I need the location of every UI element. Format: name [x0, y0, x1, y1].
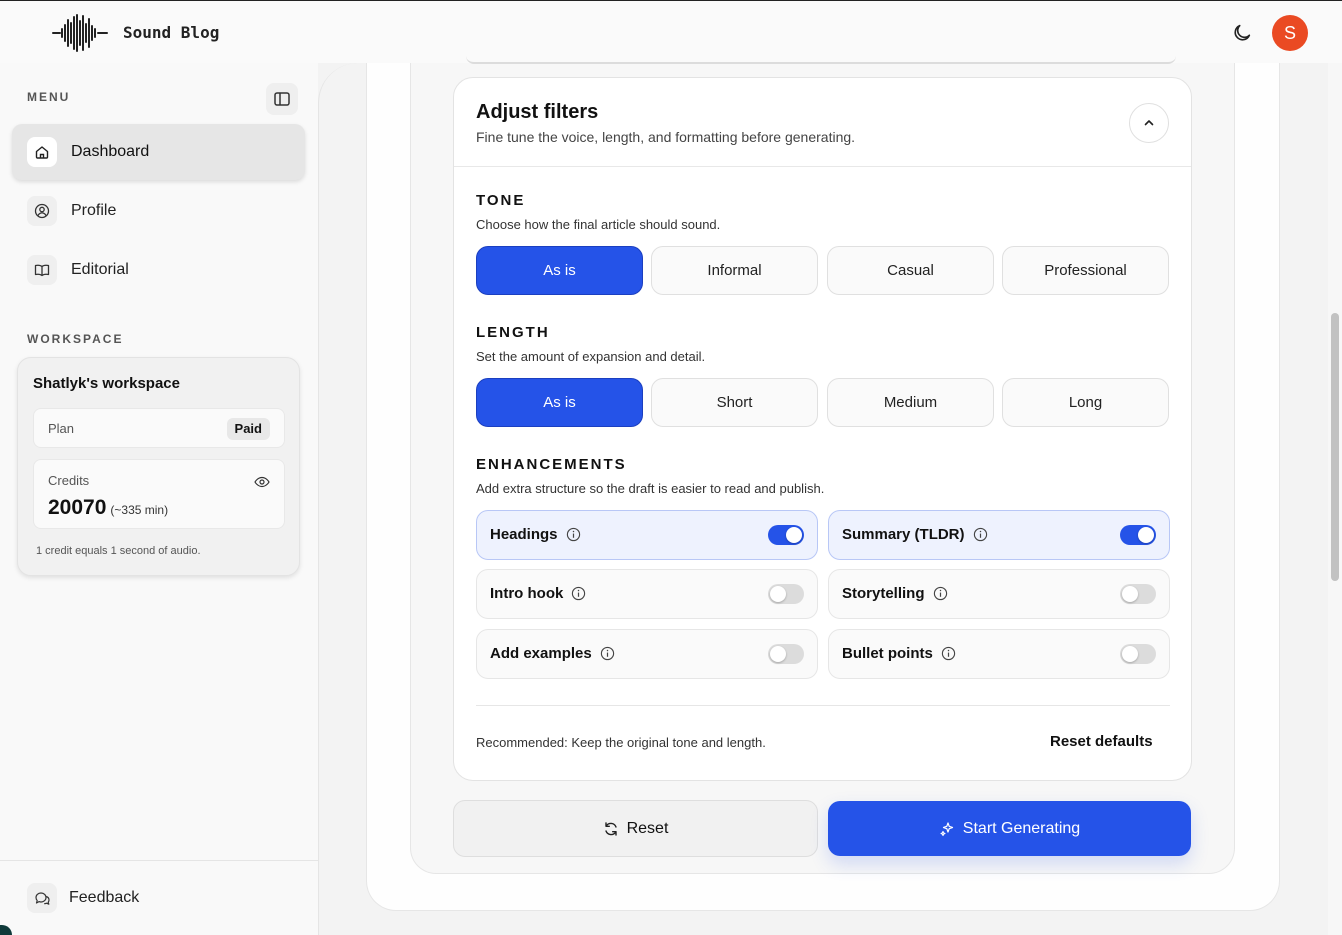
summary-toggle[interactable]	[1120, 525, 1156, 545]
info-icon[interactable]	[973, 527, 988, 542]
user-circle-icon	[27, 196, 57, 226]
collapse-sidebar-button[interactable]	[266, 83, 298, 115]
enhancement-label: Bullet points	[842, 645, 956, 662]
sidebar-item-label: Editorial	[71, 261, 129, 278]
feedback-button[interactable]: Feedback	[27, 883, 139, 913]
enhancement-label: Add examples	[490, 645, 615, 662]
enhancement-bullet-points[interactable]: Bullet points	[828, 629, 1170, 679]
length-title: LENGTH	[476, 324, 550, 341]
plan-label: Plan	[48, 421, 75, 436]
enhancement-name: Storytelling	[842, 585, 925, 602]
plan-box: Plan Paid	[33, 408, 285, 448]
sidebar-item-editorial[interactable]: Editorial	[12, 242, 305, 298]
credits-note: 1 credit equals 1 second of audio.	[36, 545, 201, 557]
enhancement-label: Headings	[490, 526, 581, 543]
sound-wave-logo-icon[interactable]	[52, 14, 108, 52]
scrollbar-thumb[interactable]	[1331, 313, 1339, 581]
chevron-up-icon	[1144, 120, 1154, 126]
tone-option-informal[interactable]: Informal	[651, 246, 818, 295]
enhancement-headings[interactable]: Headings	[476, 510, 818, 560]
enhancement-storytelling[interactable]: Storytelling	[828, 569, 1170, 619]
reset-defaults-button[interactable]: Reset defaults	[1050, 733, 1153, 750]
chat-bubbles-icon	[27, 883, 57, 913]
workspace-name: Shatlyk's workspace	[33, 375, 180, 392]
brand-name[interactable]: Sound Blog	[123, 23, 219, 42]
sidebar-item-label: Profile	[71, 202, 117, 219]
info-icon[interactable]	[566, 527, 581, 542]
tone-option-professional[interactable]: Professional	[1002, 246, 1169, 295]
eye-icon[interactable]	[254, 474, 270, 490]
tone-description: Choose how the final article should soun…	[476, 217, 721, 232]
sparkles-icon	[940, 821, 953, 836]
enhancement-label: Storytelling	[842, 585, 948, 602]
filters-footer-divider	[476, 705, 1170, 706]
start-generating-button[interactable]: Start Generating	[828, 801, 1191, 856]
enhancement-intro-hook[interactable]: Intro hook	[476, 569, 818, 619]
feedback-label: Feedback	[69, 889, 140, 906]
enhancement-name: Summary (TLDR)	[842, 526, 965, 543]
previous-card-edge	[466, 56, 1176, 64]
filters-subtitle: Fine tune the voice, length, and formatt…	[476, 129, 856, 145]
enhancement-label: Summary (TLDR)	[842, 526, 988, 543]
bullet-points-toggle[interactable]	[1120, 644, 1156, 664]
sidebar-item-dashboard[interactable]: Dashboard	[12, 124, 305, 180]
credits-number: 20070	[48, 496, 107, 519]
enhancement-label: Intro hook	[490, 585, 586, 602]
length-option-as-is[interactable]: As is	[476, 378, 643, 427]
enhancements-description: Add extra structure so the draft is easi…	[476, 481, 825, 496]
workspace-title: WORKSPACE	[27, 332, 124, 346]
info-icon[interactable]	[941, 646, 956, 661]
sidebar-panel-icon	[274, 92, 290, 106]
moon-icon[interactable]	[1231, 22, 1253, 44]
menu-title: MENU	[27, 90, 71, 104]
reset-label: Reset	[626, 819, 669, 837]
reset-button[interactable]: Reset	[453, 800, 818, 857]
home-icon	[27, 137, 57, 167]
sidebar-item-profile[interactable]: Profile	[12, 183, 305, 239]
recommendation-text: Recommended: Keep the original tone and …	[476, 735, 766, 750]
tone-option-casual[interactable]: Casual	[827, 246, 994, 295]
collapse-filters-button[interactable]	[1129, 103, 1169, 143]
length-option-long[interactable]: Long	[1002, 378, 1169, 427]
tone-title: TONE	[476, 192, 526, 209]
credits-value: 20070 (~335 min)	[48, 496, 168, 520]
enhancement-add-examples[interactable]: Add examples	[476, 629, 818, 679]
length-option-short[interactable]: Short	[651, 378, 818, 427]
add-examples-toggle[interactable]	[768, 644, 804, 664]
sidebar-item-label: Dashboard	[71, 143, 150, 160]
storytelling-toggle[interactable]	[1120, 584, 1156, 604]
info-icon[interactable]	[571, 586, 586, 601]
filters-divider	[454, 166, 1191, 167]
length-description: Set the amount of expansion and detail.	[476, 349, 706, 364]
enhancement-name: Headings	[490, 526, 558, 543]
info-icon[interactable]	[933, 586, 948, 601]
enhancement-summary[interactable]: Summary (TLDR)	[828, 510, 1170, 560]
refresh-icon	[604, 821, 617, 836]
length-options: As is Short Medium Long	[476, 378, 1170, 428]
enhancement-name: Add examples	[490, 645, 592, 662]
plan-badge: Paid	[226, 418, 270, 440]
length-option-medium[interactable]: Medium	[827, 378, 994, 427]
avatar[interactable]: S	[1272, 15, 1308, 51]
adjust-filters-card: Adjust filters Fine tune the voice, leng…	[453, 77, 1192, 781]
info-icon[interactable]	[600, 646, 615, 661]
tone-option-as-is[interactable]: As is	[476, 246, 643, 295]
top-bar: Sound Blog S	[0, 0, 1342, 63]
credits-box: Credits 20070 (~335 min)	[33, 459, 285, 529]
enhancement-name: Intro hook	[490, 585, 564, 602]
workspace-card: Shatlyk's workspace Plan Paid Credits 20…	[17, 357, 300, 576]
sidebar-divider	[0, 860, 318, 861]
start-generating-label: Start Generating	[962, 819, 1081, 837]
enhancement-name: Bullet points	[842, 645, 933, 662]
intro-hook-toggle[interactable]	[768, 584, 804, 604]
tone-options: As is Informal Casual Professional	[476, 246, 1170, 296]
sidebar: MENU Dashboard Profile Editorial WORKSPA…	[0, 63, 318, 935]
enhancements-title: ENHANCEMENTS	[476, 456, 627, 473]
credits-minutes: (~335 min)	[110, 503, 169, 517]
credits-label: Credits	[48, 473, 90, 488]
filters-title: Adjust filters	[476, 101, 599, 123]
book-open-icon	[27, 255, 57, 285]
headings-toggle[interactable]	[768, 525, 804, 545]
